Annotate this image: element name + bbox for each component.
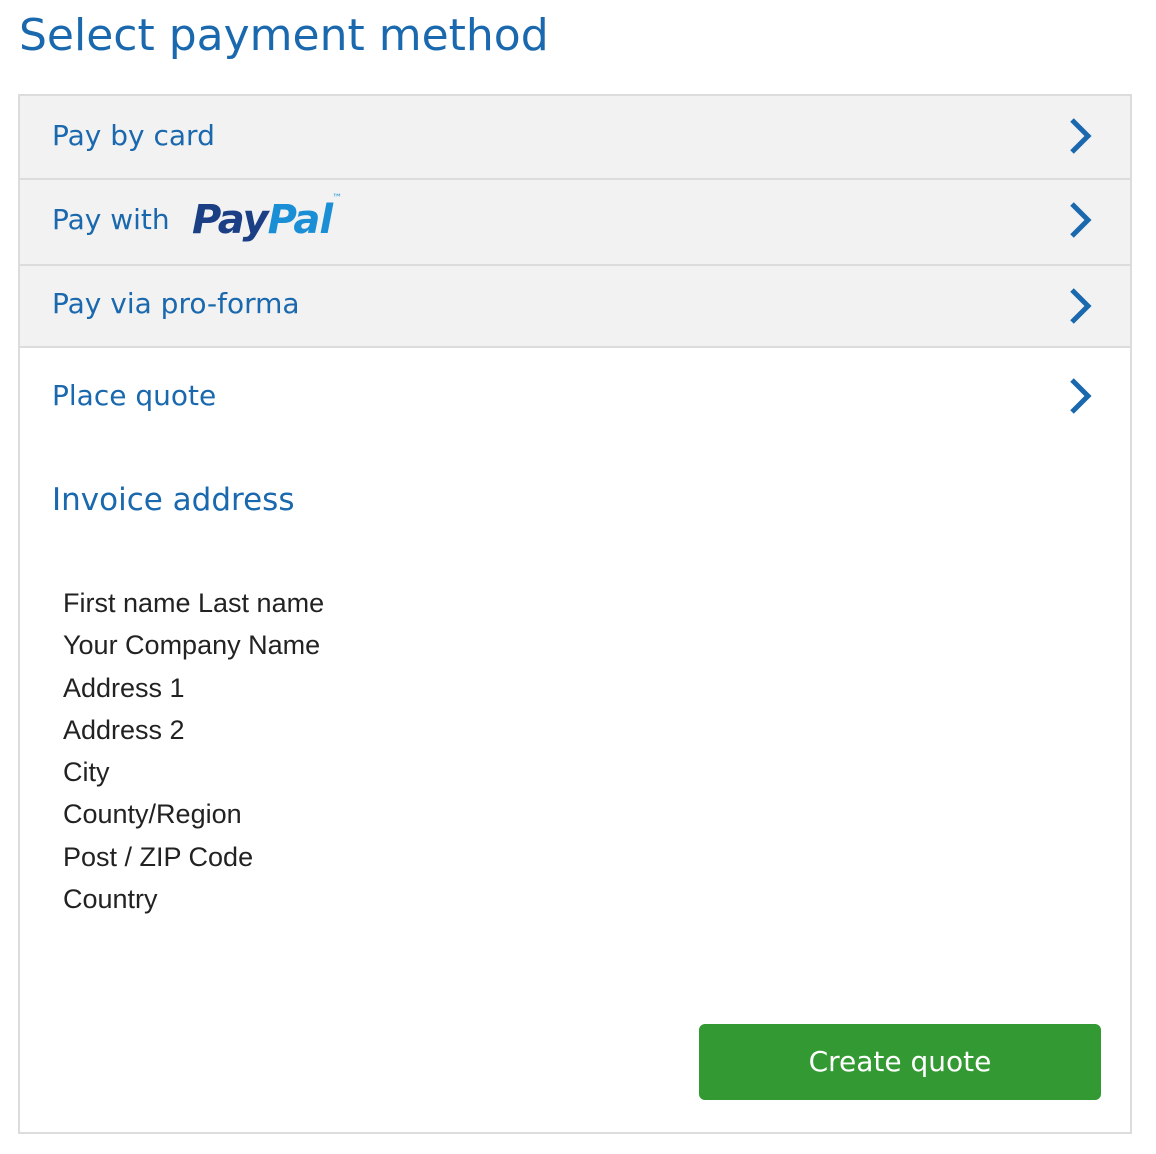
payment-option-card-label: Pay by card	[52, 119, 215, 152]
payment-option-quote-label: Place quote	[52, 379, 217, 412]
address-line-region: County/Region	[63, 799, 242, 830]
payment-option-proforma-label: Pay via pro-forma	[52, 287, 300, 320]
address-line-country: Country	[63, 884, 158, 915]
chevron-right-icon	[1070, 288, 1092, 324]
invoice-address-heading: Invoice address	[52, 482, 295, 518]
payment-option-paypal[interactable]: Pay with PayPal™	[20, 180, 1130, 266]
payment-option-proforma[interactable]: Pay via pro-forma	[20, 266, 1130, 348]
chevron-right-icon	[1070, 378, 1092, 414]
address-line-address-1: Address 1	[63, 672, 185, 703]
create-quote-button[interactable]: Create quote	[699, 1024, 1101, 1100]
address-line-name: First name Last name	[63, 588, 325, 618]
paypal-logo-pal: Pal	[267, 197, 333, 243]
invoice-address: First name Last name Your Company Name A…	[63, 582, 324, 920]
payment-method-panel: Pay by card Pay with PayPal™ Pay via pro…	[18, 94, 1132, 1134]
address-line-address-2: Address 2	[63, 714, 185, 745]
address-line-postcode: Post / ZIP Code	[63, 841, 254, 872]
address-line-city: City	[63, 757, 110, 788]
payment-option-quote[interactable]: Place quote	[20, 348, 1130, 450]
trademark-mark-icon: ™	[332, 193, 342, 204]
payment-option-paypal-label: Pay with	[52, 203, 170, 236]
chevron-right-icon	[1070, 118, 1092, 154]
page-title: Select payment method	[19, 10, 549, 61]
address-line-company: Your Company Name	[63, 630, 321, 661]
chevron-right-icon	[1070, 202, 1092, 238]
paypal-logo-pay: Pay	[192, 197, 269, 243]
paypal-logo: PayPal™	[192, 194, 348, 246]
payment-option-card[interactable]: Pay by card	[20, 96, 1130, 180]
